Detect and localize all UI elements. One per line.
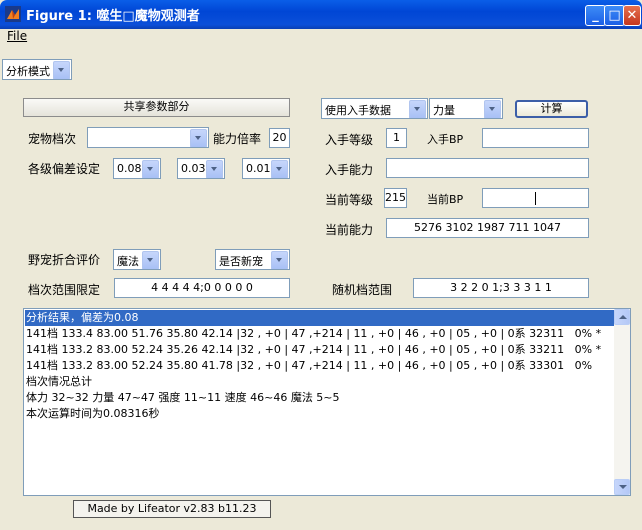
chevron-down-icon [484,100,501,118]
close-button[interactable]: ✕ [623,5,641,26]
shared-params-button[interactable]: 共享参数部分 [23,98,290,117]
chevron-down-icon [190,129,207,147]
results-listbox[interactable]: 分析结果，偏差为0.08 141档 133.4 83.00 51.76 35.8… [23,308,631,496]
input-data-select[interactable]: 使用入手数据 [321,98,428,119]
current-bp-input[interactable] [482,188,589,208]
chevron-down-icon [206,160,223,178]
obtain-ability-input[interactable] [386,158,589,178]
pet-tier-select[interactable] [87,127,209,148]
list-item[interactable]: 本次运算时间为0.08316秒 [25,406,160,422]
pet-tier-label: 宠物档次 [28,132,77,146]
obtain-bp-label: 入手BP [427,133,464,146]
matlab-icon [5,6,21,22]
current-bp-label: 当前BP [427,193,464,206]
current-ability-label: 当前能力 [325,223,374,237]
chevron-down-icon [409,100,426,118]
text-cursor [535,192,536,205]
list-item[interactable]: 141档 133.2 83.00 52.24 35.80 41.78 |32 ,… [25,358,592,374]
menu-file[interactable]: File [7,29,27,43]
obtain-level-label: 入手等级 [325,133,374,147]
deviation-label: 各级偏差设定 [28,162,101,176]
tier-limit-input[interactable]: 4 4 4 4 4;0 0 0 0 0 [114,278,290,298]
list-item[interactable]: 分析结果，偏差为0.08 [25,310,614,326]
about-button[interactable]: Made by Lifeator v2.83 b11.23 [73,500,271,518]
list-item[interactable]: 体力 32~32 力量 47~47 强度 11~11 速度 46~46 魔法 5… [25,390,340,406]
list-item[interactable]: 档次情况总计 [25,374,92,390]
new-pet-select[interactable]: 是否新宠 [215,249,290,270]
random-range-label: 随机档范围 [332,283,393,297]
window-title: Figure 1: 噬生□魔物观测者 [26,9,200,24]
scroll-up-icon[interactable] [614,309,630,325]
deviation-select-2[interactable]: 0.03 [177,158,225,179]
chevron-down-icon [142,251,159,269]
chevron-down-icon [53,61,70,79]
ability-ratio-input[interactable]: 20 [269,128,290,148]
maximize-button[interactable]: □ [604,5,625,26]
stat-select[interactable]: 力量 [429,98,503,119]
deviation-select-3[interactable]: 0.01 [242,158,290,179]
wild-eval-label: 野宠折合评价 [28,253,101,267]
chevron-down-icon [271,251,288,269]
obtain-bp-input[interactable] [482,128,589,148]
wild-eval-select[interactable]: 魔法 [113,249,161,270]
minimize-button[interactable]: _ [585,5,606,26]
deviation-select-1[interactable]: 0.08 [113,158,161,179]
ability-ratio-label: 能力倍率 [213,132,262,146]
vertical-scrollbar[interactable] [614,309,630,495]
current-ability-input[interactable]: 5276 3102 1987 711 1047 [386,218,589,238]
list-item[interactable]: 141档 133.4 83.00 51.76 35.80 42.14 |32 ,… [25,326,601,342]
current-level-input[interactable]: 215 [384,188,407,208]
tier-limit-label: 档次范围限定 [28,283,101,297]
menu-bar [0,29,642,48]
calculate-button[interactable]: 计算 [515,100,588,118]
chevron-down-icon [142,160,159,178]
chevron-down-icon [271,160,288,178]
current-level-label: 当前等级 [325,193,374,207]
mode-select[interactable]: 分析模式 [2,59,72,80]
obtain-ability-label: 入手能力 [325,163,374,177]
random-range-input[interactable]: 3 2 2 0 1;3 3 3 1 1 [413,278,589,298]
scroll-down-icon[interactable] [614,479,630,495]
list-item[interactable]: 141档 133.2 83.00 52.24 35.26 42.14 |32 ,… [25,342,601,358]
obtain-level-input[interactable]: 1 [386,128,407,148]
